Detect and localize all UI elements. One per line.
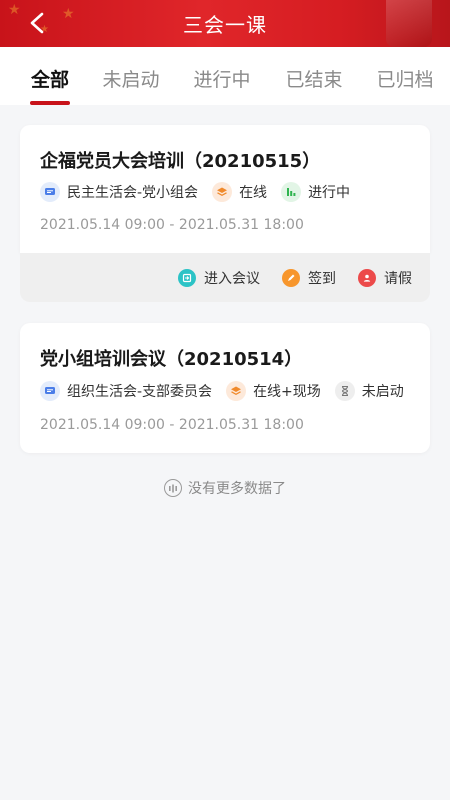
meeting-card[interactable]: 企福党员大会培训（20210515） 民主生活会-党小组会 在线 进行中 202… — [20, 125, 430, 253]
meeting-mode: 在线 — [212, 182, 267, 202]
chat-icon — [40, 381, 60, 401]
no-more-data-label: 没有更多数据了 — [188, 481, 286, 497]
meeting-mode-label: 在线 — [239, 185, 268, 201]
meeting-mode-label: 在线+现场 — [253, 384, 321, 400]
meeting-status-label: 未启动 — [361, 384, 404, 400]
meeting-date-range: 2021.05.14 09:00 - 2021.05.31 18:00 — [40, 217, 304, 233]
meeting-meta: 组织生活会-支部委员会 在线+现场 未启动 — [40, 380, 418, 402]
layers-icon — [226, 381, 247, 401]
tab-archived[interactable]: 已归档 — [374, 47, 436, 105]
hourglass-icon — [334, 381, 355, 401]
enter-meeting-label: 进入会议 — [204, 270, 260, 287]
meeting-type: 组织生活会-支部委员会 — [40, 381, 212, 401]
request-leave-label: 请假 — [384, 270, 412, 287]
meeting-meta: 民主生活会-党小组会 在线 进行中 — [40, 181, 364, 203]
sign-in-label: 签到 — [308, 270, 336, 287]
chat-icon — [40, 182, 60, 202]
request-leave-button[interactable]: 请假 — [358, 268, 412, 288]
bar-chart-icon — [281, 182, 302, 202]
meeting-mode: 在线+现场 — [226, 381, 321, 401]
meeting-title: 企福党员大会培训（20210515） — [40, 151, 321, 172]
meeting-type-label: 组织生活会-支部委员会 — [67, 384, 213, 400]
meeting-card[interactable]: 党小组培训会议（20210514） 组织生活会-支部委员会 在线+现场 未启动 … — [20, 323, 430, 453]
meeting-date-range: 2021.05.14 09:00 - 2021.05.31 18:00 — [40, 417, 304, 433]
tab-not-started[interactable]: 未启动 — [100, 47, 162, 105]
no-more-data: 没有更多数据了 — [0, 478, 450, 498]
tab-in-progress[interactable]: 进行中 — [191, 47, 253, 105]
sign-in-icon — [282, 268, 300, 287]
meeting-title: 党小组培训会议（20210514） — [40, 349, 303, 370]
sign-in-button[interactable]: 签到 — [282, 268, 336, 288]
meeting-type: 民主生活会-党小组会 — [40, 182, 198, 202]
no-data-icon — [164, 479, 182, 497]
enter-icon — [178, 268, 196, 287]
tab-ended[interactable]: 已结束 — [283, 47, 345, 105]
tab-all[interactable]: 全部 — [29, 47, 71, 105]
status-tabs: 全部 未启动 进行中 已结束 已归档 — [0, 47, 450, 105]
meeting-status: 未启动 — [334, 381, 404, 401]
meeting-actions: 进入会议 签到 请假 — [20, 253, 430, 302]
page-title: 三会一课 — [183, 13, 267, 37]
meeting-status: 进行中 — [281, 182, 350, 202]
meeting-type-label: 民主生活会-党小组会 — [67, 185, 199, 201]
layers-icon — [212, 182, 233, 202]
app-header: ★ ★ ★ 三会一课 — [0, 0, 450, 47]
enter-meeting-button[interactable]: 进入会议 — [178, 268, 260, 288]
meeting-status-label: 进行中 — [308, 185, 351, 201]
leave-icon — [358, 268, 376, 287]
